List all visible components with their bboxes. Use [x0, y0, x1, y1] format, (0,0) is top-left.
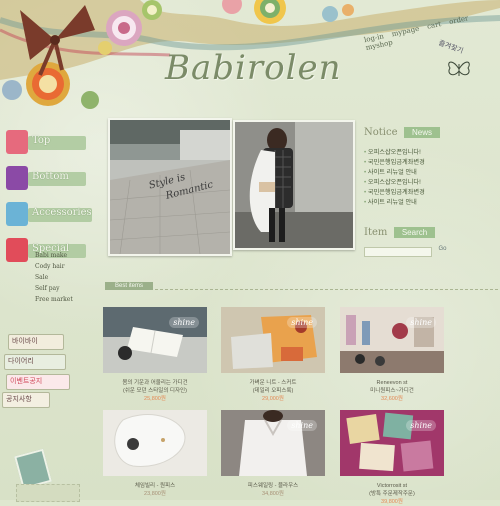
- product-price: 39,800원: [381, 499, 403, 505]
- product-name[interactable]: Victorrosit st: [340, 482, 444, 490]
- product-card[interactable]: shine 피스웨일링 - 블라우스 34,800원: [221, 410, 325, 498]
- product-name[interactable]: 피스웨일링 - 블라우스: [221, 482, 325, 490]
- special-thumb: [6, 238, 28, 262]
- product-card[interactable]: shine Reneevon st 미니원피스~가디건 32,600원: [340, 307, 444, 403]
- product-sub: (데일리 오피스룩): [252, 388, 294, 394]
- product-image[interactable]: shine: [221, 307, 325, 373]
- product-name[interactable]: 가벼운 니트 - 스커트: [221, 379, 325, 387]
- nav-bottom-label: Bottom: [32, 171, 69, 182]
- submenu-item[interactable]: Free market: [35, 294, 73, 305]
- product-image[interactable]: [103, 410, 207, 476]
- model-photo: [235, 122, 353, 248]
- nav-top[interactable]: Top: [0, 128, 100, 164]
- best-items-label: Best items: [105, 282, 154, 290]
- top-thumb: [6, 130, 28, 154]
- submenu-item[interactable]: Sale: [35, 272, 73, 283]
- product-name[interactable]: 체임빌리 - 원피스: [103, 482, 207, 490]
- hero-image-model[interactable]: [233, 120, 355, 250]
- search-title: Item: [364, 227, 388, 238]
- product-price: 25,800원: [144, 396, 166, 402]
- product-sub: (방특 주문제작주문): [369, 491, 415, 497]
- product-price: 23,800원: [144, 491, 166, 497]
- best-items-divider: [105, 282, 498, 290]
- shine-watermark: shine: [169, 317, 199, 328]
- notice-list: 오피스샵오픈입니다! 국민은행입금계좌변경 사이트 리뉴얼 안내 오피스샵오픈입…: [364, 148, 496, 208]
- shine-watermark: shine: [406, 420, 436, 431]
- accessories-thumb: [6, 202, 28, 226]
- banner-event[interactable]: 이벤트공지: [6, 374, 70, 390]
- product-name[interactable]: 봄의 기운과 어울리는 가디건: [103, 379, 207, 387]
- notice-item[interactable]: 국민은행입금계좌변경: [364, 158, 496, 168]
- nav-top-label: Top: [32, 135, 51, 146]
- cart-link[interactable]: cart: [426, 20, 442, 31]
- notice-item[interactable]: 사이트 리뉴얼 안내: [364, 168, 496, 178]
- nav-accessories[interactable]: Accessories: [0, 200, 100, 236]
- notice-item[interactable]: 사이트 리뉴얼 안내: [364, 198, 496, 208]
- product-image[interactable]: shine: [340, 307, 444, 373]
- banner-notice[interactable]: 공지사항: [2, 392, 50, 408]
- product-image[interactable]: shine: [340, 410, 444, 476]
- product-price: 34,800원: [262, 491, 284, 497]
- product-image[interactable]: shine: [103, 307, 207, 373]
- product-card[interactable]: shine Victorrosit st (방특 주문제작주문) 39,800원: [340, 410, 444, 506]
- site-logo[interactable]: Babirolen: [165, 48, 365, 88]
- shine-watermark: shine: [287, 317, 317, 328]
- product-sub: (쉬운 모던 스타일의 디자인): [123, 388, 187, 394]
- notice-item[interactable]: 오피스샵오픈입니다!: [364, 148, 496, 158]
- item-search: Item Search Go: [364, 222, 496, 258]
- butterfly-icon: [448, 61, 470, 76]
- product-photo: [103, 410, 207, 476]
- nav-accessories-label: Accessories: [32, 207, 92, 218]
- shine-watermark: shine: [287, 420, 317, 431]
- bottom-banner[interactable]: [16, 484, 80, 502]
- notice-title: Notice: [364, 127, 398, 138]
- submenu-item[interactable]: Self pay: [35, 283, 73, 294]
- product-image[interactable]: shine: [221, 410, 325, 476]
- product-name[interactable]: Reneevon st: [340, 379, 444, 387]
- product-price: 29,000원: [262, 396, 284, 402]
- notice-panel: Notice News 오피스샵오픈입니다! 국민은행입금계좌변경 사이트 리뉴…: [364, 122, 496, 208]
- notice-item[interactable]: 국민은행입금계좌변경: [364, 188, 496, 198]
- banner-diary[interactable]: 다이어리: [4, 354, 66, 370]
- submenu-item[interactable]: Cody hair: [35, 261, 73, 272]
- shine-watermark: shine: [406, 317, 436, 328]
- product-card[interactable]: 체임빌리 - 원피스 23,800원: [103, 410, 207, 498]
- banner-bye[interactable]: 바이바이: [8, 334, 64, 350]
- product-price: 32,600원: [381, 396, 403, 402]
- submenu-item[interactable]: Babi make: [35, 250, 73, 261]
- nav-bottom[interactable]: Bottom: [0, 164, 100, 200]
- search-input[interactable]: [364, 246, 432, 257]
- product-card[interactable]: shine 봄의 기운과 어울리는 가디건 (쉬운 모던 스타일의 디자인) 2…: [103, 307, 207, 403]
- search-badge: Search: [393, 227, 436, 238]
- product-sub: 미니원피스~가디건: [370, 388, 414, 394]
- special-submenu: Babi make Cody hair Sale Self pay Free m…: [35, 250, 73, 305]
- product-card[interactable]: shine 가벼운 니트 - 스커트 (데일리 오피스룩) 29,000원: [221, 307, 325, 403]
- news-badge[interactable]: News: [403, 127, 440, 138]
- notice-item[interactable]: 오피스샵오픈입니다!: [364, 178, 496, 188]
- bottom-thumb: [6, 166, 28, 190]
- search-go-button[interactable]: Go: [438, 246, 446, 252]
